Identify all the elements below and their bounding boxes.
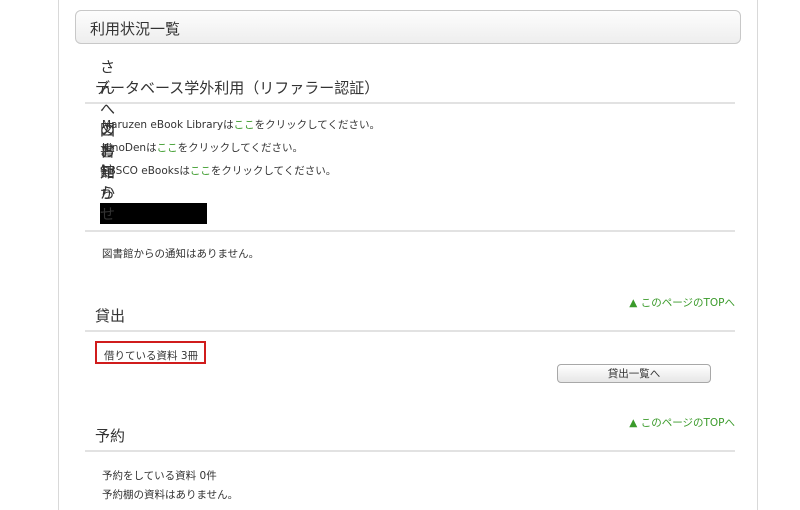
reservations-section-heading: 予約 [85,426,735,452]
kinoden-line: KinoDenはここをクリックしてください。 [102,142,303,154]
loans-section-heading: 貸出 [85,306,735,332]
reservation-shelf-message: 予約棚の資料はありません。 [102,489,239,501]
ebsco-line: EBSCO eBooksはここをクリックしてください。 [102,165,337,177]
kinoden-link[interactable]: ここ [157,142,178,154]
notice-section-heading: 図書館 から さんへのお知らせ [85,58,735,232]
loan-count: 借りている資料 3冊 [104,350,199,362]
reservation-count: 予約をしている資料 0件 [102,470,217,482]
loan-count-highlight: 借りている資料 3冊 [95,341,206,364]
loan-list-button[interactable]: 貸出一覧へ [557,364,711,383]
page-title: 利用状況一覧 [90,20,181,38]
main-content: 利用状況一覧 データベース学外利用（リファラー認証） Maruzen eBook… [58,0,758,510]
notice-message: 図書館からの通知はありません。 [102,248,260,260]
maruzen-line: Maruzen eBook Libraryはここをクリックしてください。 [102,119,380,131]
maruzen-link[interactable]: ここ [234,119,255,131]
page-title-box: 利用状況一覧 [75,10,741,44]
database-section-heading: データベース学外利用（リファラー認証） [85,78,735,104]
ebsco-link[interactable]: ここ [190,165,211,177]
